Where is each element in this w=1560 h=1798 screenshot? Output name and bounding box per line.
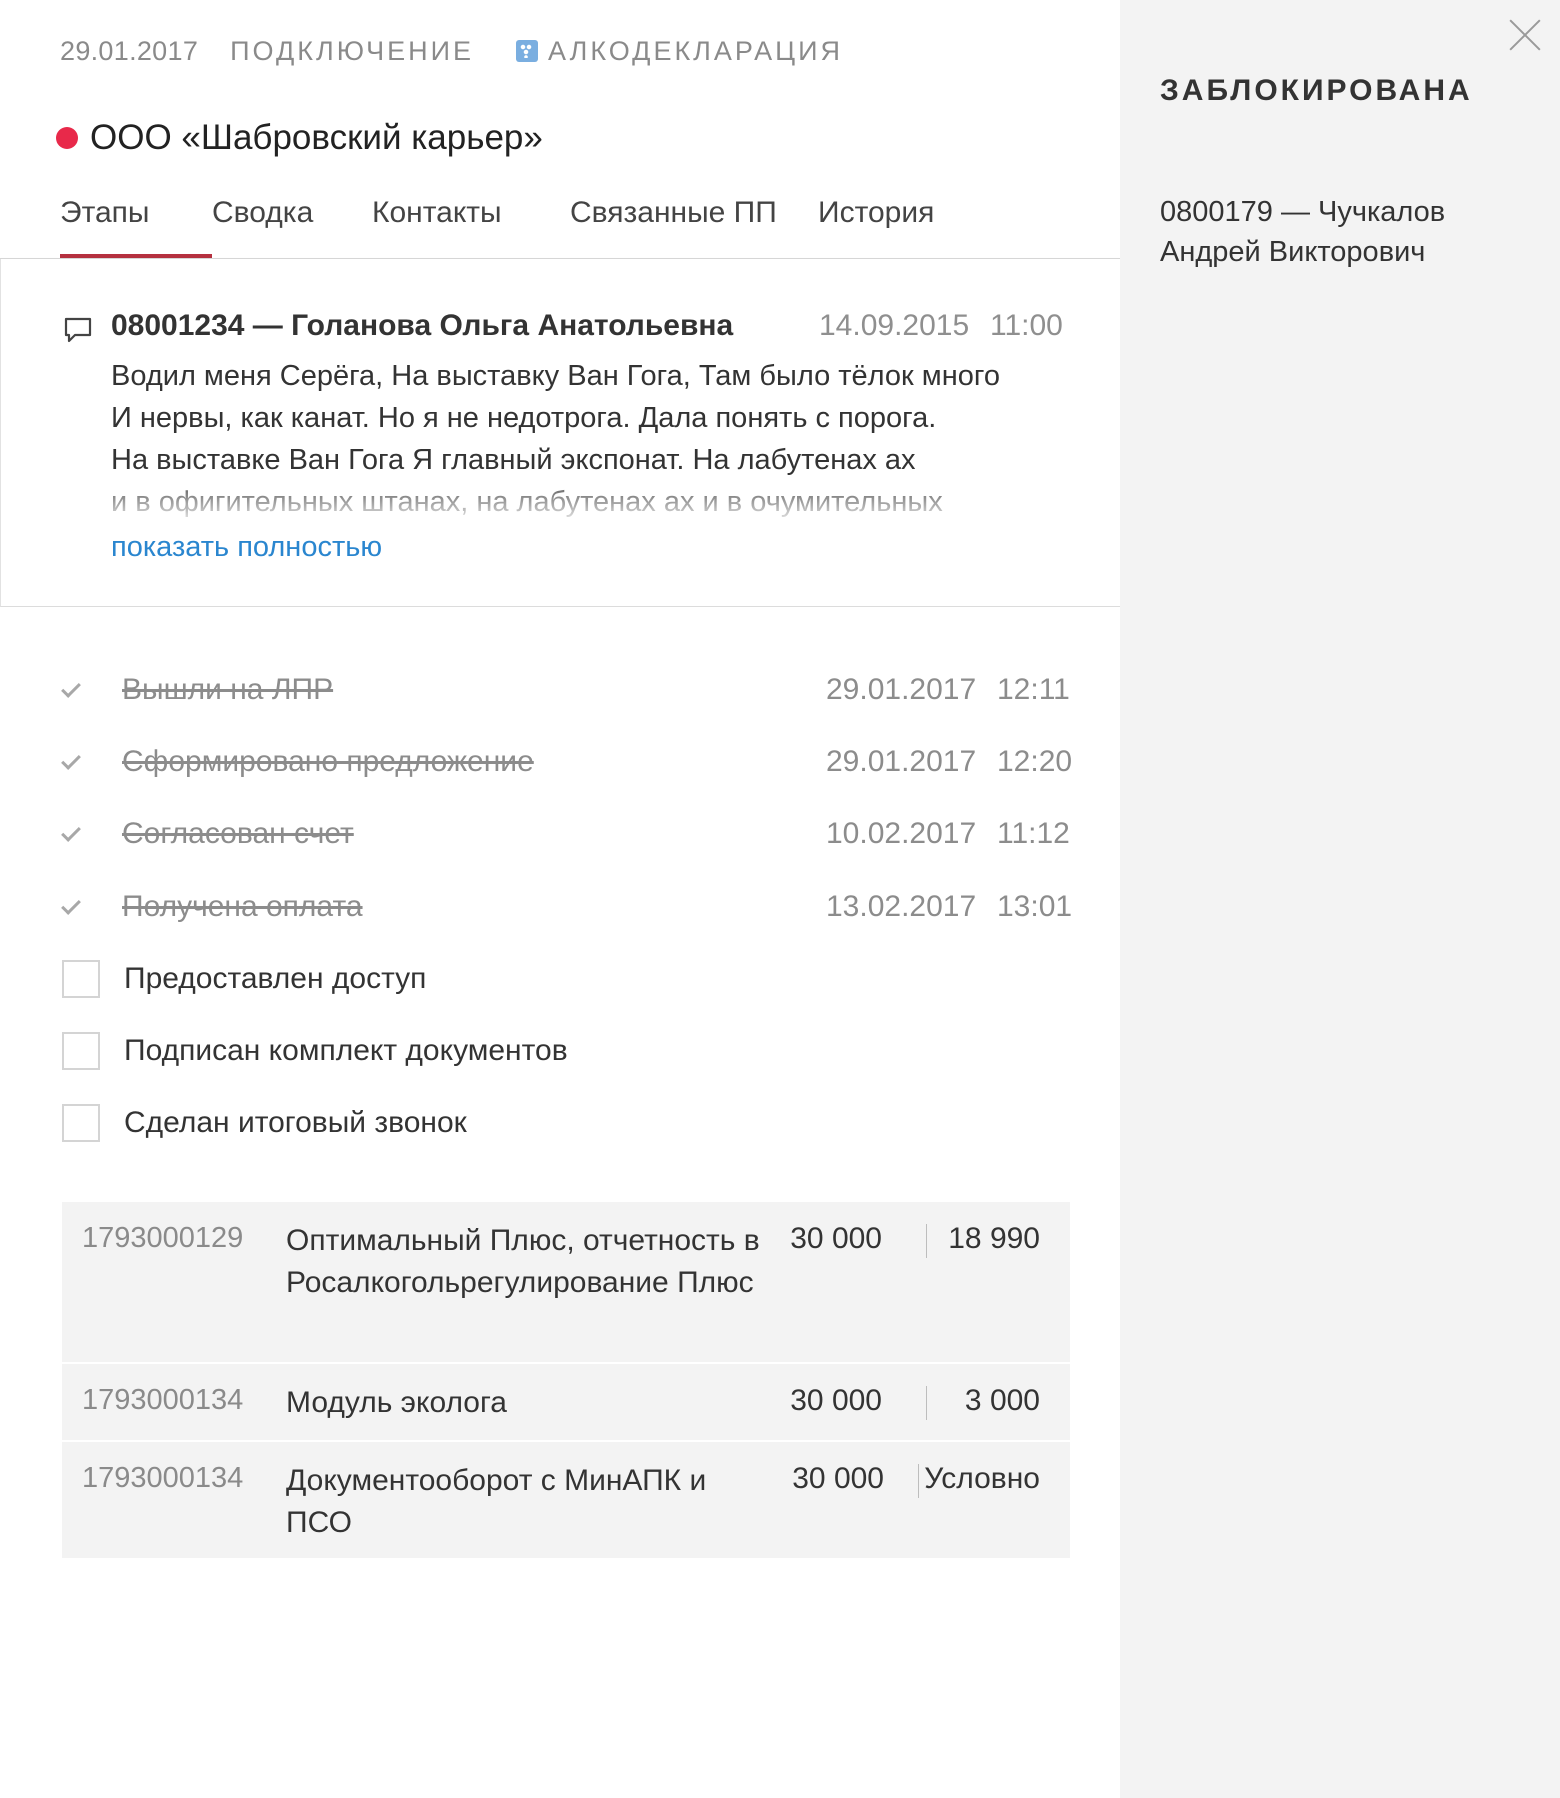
- stage-checkbox[interactable]: [62, 960, 100, 998]
- stage-item-pending: Подписан комплект документов: [60, 1029, 1070, 1073]
- checkmark-icon: [60, 747, 90, 777]
- header-date: 29.01.2017: [60, 35, 199, 66]
- stage-item-pending: Сделан итоговый звонок: [60, 1101, 1070, 1145]
- column-divider: [926, 1224, 927, 1258]
- stage-label: Сформировано предложение: [122, 745, 534, 778]
- stage-date: 29.01.2017: [826, 745, 977, 778]
- tab-stages[interactable]: Этапы: [60, 190, 212, 258]
- product-value: 3 000: [964, 1384, 1040, 1417]
- comment-line: И нервы, как канат. Но я не недотрога. Д…: [111, 402, 937, 434]
- column-divider: [918, 1464, 919, 1498]
- grapes-icon: [516, 40, 538, 62]
- header-category: ПОДКЛЮЧЕНИЕ: [230, 35, 474, 66]
- sidebar-manager: 0800179 — Чучкалов Андрей Викторович: [1160, 196, 1446, 268]
- header-product: АЛКОДЕКЛАРАЦИЯ: [516, 36, 843, 67]
- stage-item-done: Согласован счет 10.02.2017 11:12: [60, 812, 1070, 856]
- show-full-link[interactable]: показать полностью: [111, 531, 382, 564]
- stage-label: Получена оплата: [122, 890, 363, 923]
- header-product-label: АЛКОДЕКЛАРАЦИЯ: [548, 35, 843, 66]
- stage-checkbox[interactable]: [62, 1104, 100, 1142]
- sidebar-status: ЗАБЛОКИРОВАНА: [1160, 74, 1473, 107]
- product-price: 30 000: [792, 1462, 884, 1495]
- product-price: 30 000: [790, 1384, 882, 1417]
- stage-date: 29.01.2017: [826, 673, 977, 706]
- stage-time: 11:12: [997, 817, 1070, 850]
- stage-item-done: Получена оплата 13.02.2017 13:01: [60, 885, 1073, 929]
- stage-time: 12:20: [997, 745, 1073, 778]
- comment-text: Водил меня Серёга, На выставку Ван Гога,…: [111, 355, 1071, 523]
- product-code: 1793000129: [82, 1222, 244, 1254]
- checkmark-icon: [60, 675, 90, 705]
- close-icon[interactable]: [1508, 18, 1542, 52]
- stage-label: Согласован счет: [122, 817, 354, 850]
- main-panel: 29.01.2017 ПОДКЛЮЧЕНИЕ АЛКОДЕКЛАРАЦИЯ ОО…: [0, 0, 1120, 1798]
- stage-checkbox[interactable]: [62, 1032, 100, 1070]
- status-dot: [56, 127, 78, 149]
- tab-contacts[interactable]: Контакты: [372, 190, 570, 258]
- product-value: 18 990: [948, 1222, 1040, 1255]
- product-name: Модуль эколога: [286, 1386, 507, 1419]
- checkmark-icon: [60, 819, 90, 849]
- comment-date: 14.09.2015: [819, 309, 970, 342]
- stage-item-done: Сформировано предложение 29.01.2017 12:2…: [60, 740, 1073, 784]
- tab-summary[interactable]: Сводка: [212, 190, 372, 258]
- table-row[interactable]: 1793000129 Оптимальный Плюс, отчетность …: [62, 1202, 1070, 1364]
- tab-related[interactable]: Связанные ПП: [570, 190, 818, 258]
- comment-card: 08001234 — Голанова Ольга Анатольевна 14…: [0, 259, 1120, 607]
- comment-time: 11:00: [990, 309, 1063, 342]
- stage-time: 12:11: [997, 673, 1070, 706]
- table-row[interactable]: 1793000134 Документооборот с МинАПК и ПС…: [62, 1442, 1070, 1558]
- comment-line: На выставке Ван Гога Я главный экспонат.…: [111, 444, 916, 476]
- product-code: 1793000134: [82, 1384, 244, 1416]
- table-row[interactable]: 1793000134 Модуль эколога 30 000 3 000: [62, 1364, 1070, 1442]
- stage-label: Сделан итоговый звонок: [124, 1106, 467, 1139]
- product-name: Документооборот с МинАПК и ПСО: [286, 1464, 707, 1539]
- stage-label: Подписан комплект документов: [124, 1034, 568, 1067]
- product-name: Оптимальный Плюс, отчетность в Росалкого…: [286, 1224, 760, 1299]
- stage-date: 13.02.2017: [826, 890, 977, 923]
- column-divider: [926, 1386, 927, 1420]
- stage-item-pending: Предоставлен доступ: [60, 957, 1070, 1001]
- stage-label: Вышли на ЛПР: [122, 673, 334, 706]
- comment-author: 08001234 — Голанова Ольга Анатольевна: [111, 309, 734, 342]
- comment-line: Водил меня Серёга, На выставку Ван Гога,…: [111, 360, 1000, 392]
- products-table: 1793000129 Оптимальный Плюс, отчетность …: [62, 1202, 1070, 1558]
- stage-label: Предоставлен доступ: [124, 962, 427, 995]
- company-name: ООО «Шабровский карьер»: [90, 118, 543, 157]
- product-value: Условно: [924, 1462, 1040, 1495]
- stage-date: 10.02.2017: [826, 817, 977, 850]
- stage-time: 13:01: [997, 890, 1073, 923]
- product-price: 30 000: [790, 1222, 882, 1255]
- comment-line: и в офигительных штанах, на лабутенах ах…: [111, 486, 943, 518]
- header-meta: 29.01.2017 ПОДКЛЮЧЕНИЕ АЛКОДЕКЛАРАЦИЯ: [60, 34, 843, 68]
- stage-item-done: Вышли на ЛПР 29.01.2017 12:11: [60, 668, 1070, 712]
- comment-icon: [64, 317, 92, 343]
- checkmark-icon: [60, 892, 90, 922]
- tab-bar: Этапы Сводка Контакты Связанные ПП Истор…: [60, 190, 958, 258]
- tab-history[interactable]: История: [818, 190, 958, 258]
- page-title: ООО «Шабровский карьер»: [56, 118, 543, 158]
- product-code: 1793000134: [82, 1462, 244, 1494]
